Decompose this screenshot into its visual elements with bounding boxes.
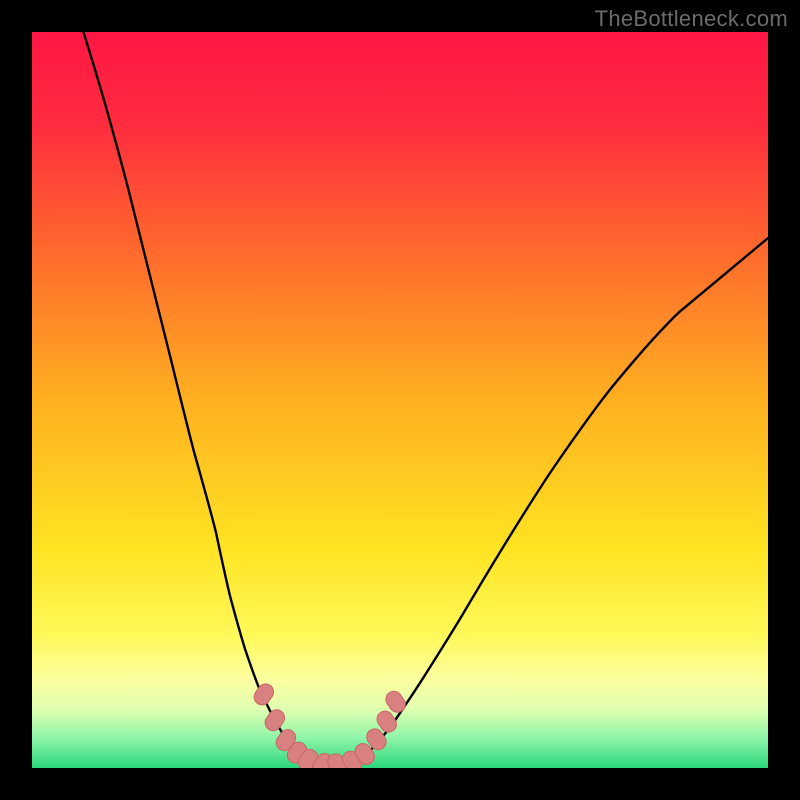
gradient-background [32, 32, 768, 768]
chart-frame: TheBottleneck.com [0, 0, 800, 800]
chart-svg [32, 32, 768, 768]
plot-area [32, 32, 768, 768]
watermark-text: TheBottleneck.com [595, 6, 788, 32]
